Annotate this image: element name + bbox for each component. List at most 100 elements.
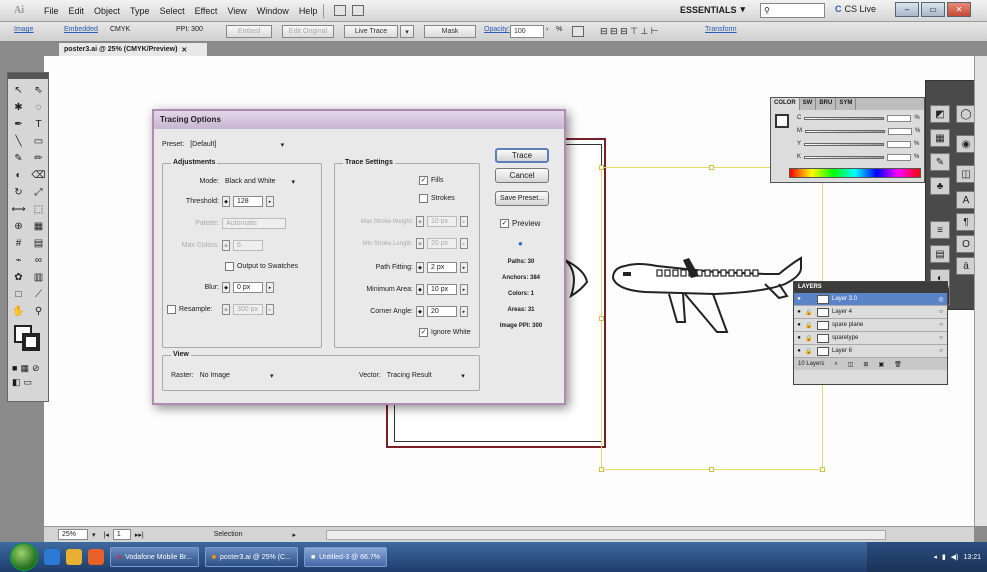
line-tool-icon[interactable]: ╲: [10, 134, 27, 149]
black-slider[interactable]: [804, 155, 885, 159]
search-input[interactable]: ⚲: [760, 3, 825, 18]
volume-icon[interactable]: ◀): [951, 553, 959, 561]
shape-builder-tool-icon[interactable]: ⊕: [10, 219, 27, 234]
vertical-scrollbar[interactable]: [974, 56, 987, 526]
output-to-swatches-checkbox[interactable]: [225, 262, 234, 271]
graphic-styles-icon[interactable]: ◉: [956, 135, 976, 153]
cs-live-menu[interactable]: C CS Live: [835, 4, 876, 14]
tab-brushes[interactable]: BRU: [816, 98, 837, 110]
path-fitting-slider-toggle[interactable]: ▸: [460, 262, 468, 273]
save-preset-button[interactable]: Save Preset...: [495, 191, 549, 206]
document-tab[interactable]: poster3.ai @ 25% (CMYK/Preview) ✕: [58, 42, 208, 56]
selection-handle[interactable]: [709, 165, 714, 170]
image-label[interactable]: Image: [14, 26, 33, 33]
mask-button[interactable]: Mask: [424, 25, 476, 38]
minimum-area-stepper[interactable]: ◆: [416, 284, 424, 295]
ie-icon[interactable]: [44, 549, 60, 565]
workspace-switcher[interactable]: ESSENTIALS ▾: [680, 4, 745, 15]
zoom-dropdown[interactable]: 25%: [58, 529, 88, 540]
selection-handle[interactable]: [709, 467, 714, 472]
layer-row[interactable]: ● Layer 3.0 ◎: [794, 293, 947, 306]
eraser-tool-icon[interactable]: ⌫: [30, 168, 47, 183]
color-mode-icon[interactable]: ■: [12, 363, 17, 374]
palette-dropdown[interactable]: Automatic: [222, 218, 286, 229]
start-button[interactable]: [10, 543, 38, 571]
trace-button[interactable]: Trace: [495, 148, 549, 163]
corner-angle-stepper[interactable]: ◆: [416, 306, 424, 317]
threshold-input[interactable]: 128: [233, 196, 263, 207]
direct-selection-tool-icon[interactable]: ⇖: [30, 83, 47, 98]
embedded-link[interactable]: Embedded: [64, 26, 98, 33]
minimum-area-slider-toggle[interactable]: ▸: [460, 284, 468, 295]
max-colors-stepper[interactable]: ◆: [222, 240, 230, 251]
menu-file[interactable]: File: [44, 6, 59, 16]
paintbrush-tool-icon[interactable]: ✎: [10, 151, 27, 166]
lock-icon[interactable]: 🔒: [804, 335, 814, 342]
max-stroke-input[interactable]: 10 px: [427, 216, 457, 227]
menu-effect[interactable]: Effect: [195, 6, 218, 16]
visibility-eye-icon[interactable]: ●: [794, 322, 804, 328]
column-graph-tool-icon[interactable]: ▥: [30, 270, 47, 285]
chevron-right-icon[interactable]: ›: [546, 26, 548, 33]
menu-window[interactable]: Window: [257, 6, 289, 16]
layer-row[interactable]: ● 🔒 sparetype ○: [794, 332, 947, 345]
mode-dropdown[interactable]: Black and White ▾: [222, 176, 298, 187]
symbols-icon[interactable]: ♣: [930, 177, 950, 195]
color-panel-icon[interactable]: ◩: [930, 105, 950, 123]
status-menu-icon[interactable]: ▸: [293, 531, 297, 539]
lock-icon[interactable]: 🔒: [804, 322, 814, 329]
blur-slider-toggle[interactable]: ▸: [266, 282, 274, 293]
blur-stepper[interactable]: ◆: [222, 282, 230, 293]
cyan-input[interactable]: [887, 114, 912, 122]
black-input[interactable]: [887, 153, 912, 161]
selection-handle[interactable]: [599, 165, 604, 170]
magenta-input[interactable]: [888, 127, 912, 135]
minimum-area-input[interactable]: 10 px: [427, 284, 457, 295]
task-untitled[interactable]: ■ Untitled-3 @ 66.7%: [303, 547, 387, 567]
visibility-eye-icon[interactable]: ●: [794, 296, 804, 302]
close-button[interactable]: ✕: [947, 2, 971, 17]
zoom-tool-icon[interactable]: ⚲: [30, 304, 47, 319]
min-stroke-stepper[interactable]: ◆: [416, 238, 424, 249]
paragraph-icon[interactable]: ¶: [956, 213, 976, 231]
recolor-icon[interactable]: [572, 26, 584, 37]
glyphs-icon[interactable]: ä: [956, 257, 976, 275]
layers-panel-icon[interactable]: ◫: [956, 165, 976, 183]
target-circle-icon[interactable]: ○: [935, 335, 947, 341]
new-layer-icon[interactable]: ▣: [878, 361, 884, 368]
min-stroke-input[interactable]: 20 px: [427, 238, 457, 249]
scale-tool-icon[interactable]: ⤢: [30, 185, 47, 200]
layer-name[interactable]: sparetype: [832, 335, 935, 341]
target-circle-icon[interactable]: ◎: [935, 296, 947, 303]
width-tool-icon[interactable]: ⟷: [10, 202, 27, 217]
preview-checkbox[interactable]: ✓: [500, 219, 509, 228]
artboard-tool-icon[interactable]: □: [10, 287, 27, 302]
slice-tool-icon[interactable]: ⟋: [30, 287, 47, 302]
hand-tool-icon[interactable]: ✋: [10, 304, 27, 319]
lasso-tool-icon[interactable]: ◌: [30, 100, 47, 115]
gradient-mode-icon[interactable]: ▦: [20, 363, 29, 374]
network-icon[interactable]: ▮: [942, 553, 946, 561]
transform-link[interactable]: Transform: [705, 26, 737, 33]
appearance-icon[interactable]: ◯: [956, 105, 976, 123]
vector-dropdown[interactable]: Tracing Result ▾: [384, 370, 468, 381]
menu-help[interactable]: Help: [299, 6, 318, 16]
locate-object-icon[interactable]: ⌕: [834, 361, 837, 368]
character-icon[interactable]: A: [956, 191, 976, 209]
bridge-icon[interactable]: [334, 5, 347, 16]
strokes-checkbox[interactable]: [419, 194, 428, 203]
new-sublayer-icon[interactable]: ⊞: [863, 361, 868, 368]
yellow-input[interactable]: [887, 140, 912, 148]
opacity-input[interactable]: 100: [510, 25, 544, 38]
clock[interactable]: 13:21: [963, 554, 981, 561]
layer-name[interactable]: Layer 4: [832, 309, 935, 315]
type-tool-icon[interactable]: T: [30, 117, 47, 132]
path-fitting-stepper[interactable]: ◆: [416, 262, 424, 273]
visibility-eye-icon[interactable]: ●: [794, 348, 804, 354]
stroke-swatch[interactable]: [22, 333, 40, 351]
layer-name[interactable]: Layer 3.0: [832, 296, 935, 302]
magic-wand-tool-icon[interactable]: ✱: [10, 100, 27, 115]
color-fill-swatch[interactable]: [775, 114, 789, 128]
artboard-number-input[interactable]: 1: [112, 529, 131, 540]
mesh-tool-icon[interactable]: #: [10, 236, 27, 251]
